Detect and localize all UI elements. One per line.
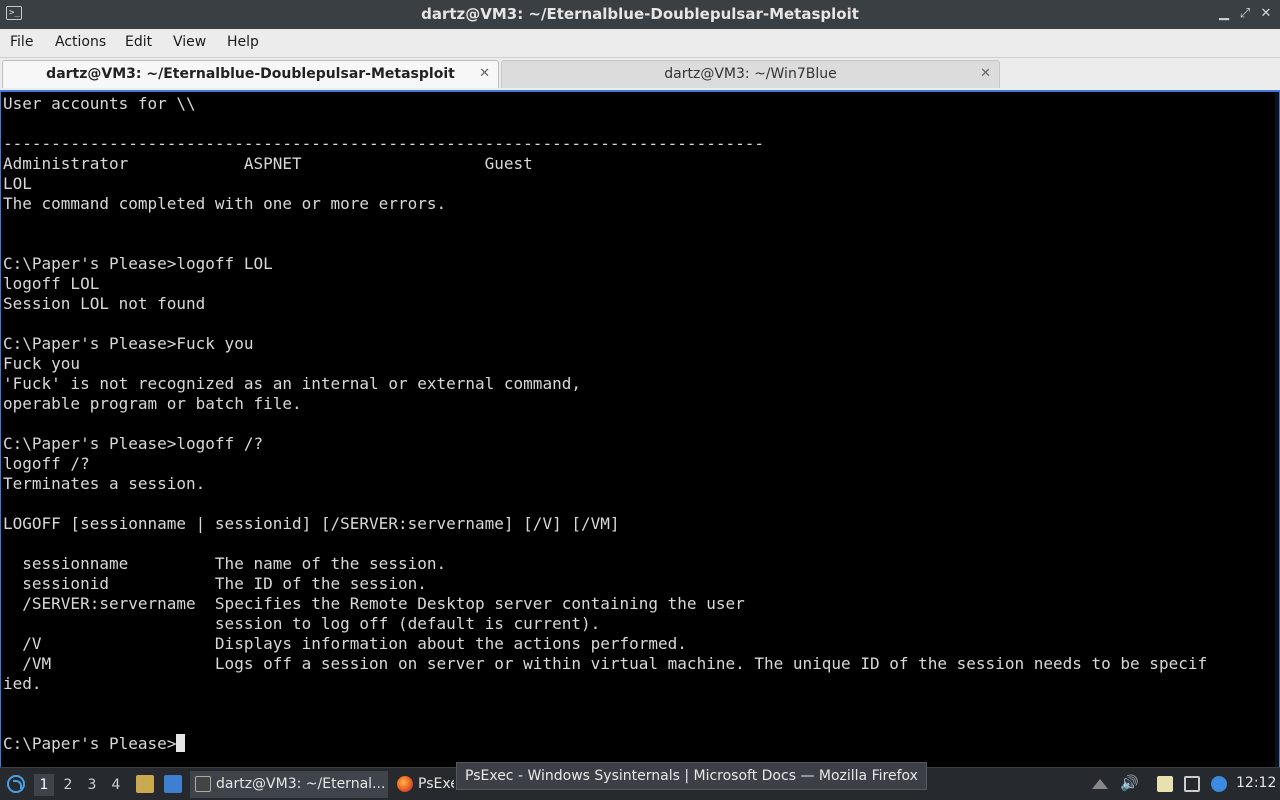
terminal-line: Terminates a session. — [3, 474, 206, 493]
terminal-line: Session LOL not found — [3, 294, 206, 313]
terminal-icon — [195, 776, 211, 792]
menu-view[interactable]: View — [173, 34, 206, 50]
tab-win7blue[interactable]: dartz@VM3: ~/Win7Blue ✕ — [501, 60, 1000, 88]
menu-actions[interactable]: Actions — [55, 34, 106, 50]
window-titlebar[interactable]: >_ dartz@VM3: ~/Eternalblue-Doublepulsar… — [0, 0, 1280, 29]
network-icon[interactable] — [1184, 776, 1200, 792]
workspace-2[interactable]: 2 — [58, 774, 78, 796]
show-hidden-icon[interactable] — [1092, 779, 1108, 789]
task-label: dartz@VM3: ~/Eternal... — [216, 776, 386, 792]
firefox-icon — [397, 776, 413, 792]
terminal-line: The command completed with one or more e… — [3, 194, 447, 213]
taskbar-tooltip: PsExec - Windows Sysinternals | Microsof… — [456, 762, 927, 790]
tab-label: dartz@VM3: ~/Win7Blue — [664, 66, 837, 82]
terminal-line: LOL — [3, 174, 32, 193]
terminal-line: sessionid The ID of the session. — [3, 574, 427, 593]
terminal-line: session to log off (default is current). — [3, 614, 601, 633]
tab-bar: dartz@VM3: ~/Eternalblue-Doublepulsar-Me… — [0, 58, 1280, 90]
terminal-line: /SERVER:servername Specifies the Remote … — [3, 594, 745, 613]
terminal-scrollbar[interactable] — [1275, 92, 1279, 767]
terminal-line: operable program or batch file. — [3, 394, 302, 413]
task-firefox[interactable]: PsExec — [392, 771, 454, 798]
terminal-line: logoff /? — [3, 454, 90, 473]
tab-eternalblue[interactable]: dartz@VM3: ~/Eternalblue-Doublepulsar-Me… — [2, 60, 499, 88]
file-manager-icon[interactable] — [136, 775, 154, 793]
volume-icon[interactable]: 🔊 — [1120, 774, 1139, 792]
terminal-line: C:\Paper's Please>logoff LOL — [3, 254, 273, 273]
terminal-line: Administrator ASPNET Guest — [3, 154, 533, 173]
maximize-button[interactable]: ⤢ — [1237, 6, 1253, 21]
terminal-line: 'Fuck' is not recognized as an internal … — [3, 374, 581, 393]
terminal-line: User accounts for \\ — [3, 94, 196, 113]
window-title: dartz@VM3: ~/Eternalblue-Doublepulsar-Me… — [421, 5, 859, 23]
menu-edit[interactable]: Edit — [125, 34, 152, 50]
menu-file[interactable]: File — [10, 34, 33, 50]
terminal-line: /V Displays information about the action… — [3, 634, 687, 653]
workspace-4[interactable]: 4 — [106, 774, 126, 796]
start-menu-icon[interactable] — [7, 775, 25, 793]
terminal-line: logoff LOL — [3, 274, 100, 293]
terminal-line: C:\Paper's Please>Fuck you — [3, 334, 254, 353]
menu-help[interactable]: Help — [227, 34, 259, 50]
terminal-prompt-line[interactable]: C:\Paper's Please> — [3, 734, 1207, 754]
terminal-output: User accounts for \\ -------------------… — [3, 94, 1207, 754]
terminal-line: ied. — [3, 674, 42, 693]
close-tab-icon[interactable]: ✕ — [980, 61, 991, 87]
clock[interactable]: 12:12 — [1236, 775, 1276, 791]
task-label: PsExec — [418, 776, 454, 792]
task-terminal[interactable]: dartz@VM3: ~/Eternal... — [190, 771, 388, 798]
update-icon[interactable] — [1211, 776, 1227, 792]
show-desktop-icon[interactable] — [164, 775, 182, 793]
terminal-line: Fuck you — [3, 354, 81, 373]
workspace-1[interactable]: 1 — [34, 774, 54, 796]
minimize-button[interactable]: ▁ — [1216, 6, 1232, 21]
terminal-line: ----------------------------------------… — [3, 134, 764, 153]
close-button[interactable]: ✕ — [1258, 6, 1274, 21]
terminal-line: /VM Logs off a session on server or with… — [3, 654, 1208, 673]
menu-bar: File Actions Edit View Help — [0, 29, 1280, 58]
terminal-line: C:\Paper's Please>logoff /? — [3, 434, 264, 453]
close-tab-icon[interactable]: ✕ — [479, 61, 490, 87]
clipboard-icon[interactable] — [1157, 776, 1173, 792]
workspace-3[interactable]: 3 — [82, 774, 102, 796]
terminal-prompt: C:\Paper's Please> — [3, 734, 177, 753]
terminal-line: sessionname The name of the session. — [3, 554, 447, 573]
terminal-line: LOGOFF [sessionname | sessionid] [/SERVE… — [3, 514, 620, 533]
terminal-view[interactable]: User accounts for \\ -------------------… — [0, 90, 1280, 767]
terminal-cursor — [176, 734, 186, 752]
tab-label: dartz@VM3: ~/Eternalblue-Doublepulsar-Me… — [46, 66, 455, 82]
